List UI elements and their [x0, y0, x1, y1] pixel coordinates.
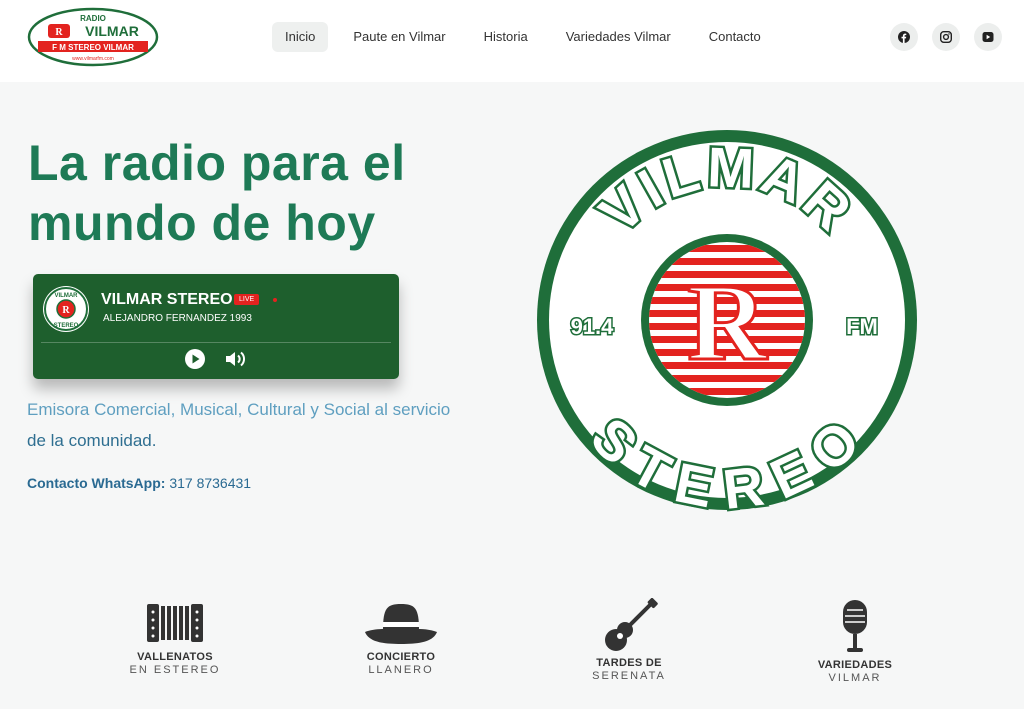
player-station-title: VILMAR STEREO	[101, 291, 233, 308]
main-nav: Inicio Paute en Vilmar Historia Variedad…	[272, 22, 786, 52]
logo-url-text: www.vilmarfm.com	[72, 56, 114, 62]
accordion-icon	[147, 604, 203, 642]
live-badge: LIVE	[234, 294, 260, 305]
logo-top-text: RADIO	[80, 14, 106, 23]
hat-icon	[365, 604, 437, 644]
social-links	[890, 23, 1002, 51]
feature-variedades[interactable]: VARIEDADES VILMAR	[800, 598, 910, 684]
facebook-link[interactable]	[890, 23, 918, 51]
svg-text:R: R	[62, 305, 70, 316]
player-divider	[41, 342, 391, 343]
big-logo-frequency: 91.4	[571, 314, 615, 339]
volume-icon[interactable]	[224, 348, 248, 370]
svg-text:R: R	[55, 27, 63, 38]
nav-item-inicio[interactable]: Inicio	[272, 22, 329, 52]
site-header: RADIO R VILMAR F M STEREO VILMAR www.vil…	[0, 0, 1024, 82]
feature-title: VARIEDADES	[817, 659, 893, 671]
nav-item-variedades[interactable]: Variedades Vilmar	[553, 22, 684, 52]
svg-text:R: R	[687, 261, 768, 383]
live-dot	[273, 298, 277, 302]
logo-main-text: VILMAR	[85, 23, 139, 39]
site-logo[interactable]: RADIO R VILMAR F M STEREO VILMAR www.vil…	[26, 7, 160, 67]
station-big-logo: R VILMAR STEREO 91.4 FM	[537, 130, 917, 513]
guitar-icon	[605, 597, 658, 651]
hero-title: La radio para el mundo de hoy	[28, 135, 406, 251]
feature-subtitle: EN ESTEREO	[129, 664, 221, 676]
player-now-playing: ALEJANDRO FERNANDEZ 1993	[103, 313, 252, 324]
nav-item-paute[interactable]: Paute en Vilmar	[340, 22, 458, 52]
station-description: Emisora Comercial, Musical, Cultural y S…	[27, 400, 451, 450]
feature-title: CONCIERTO	[366, 651, 436, 663]
player-logo: R VILMAR STEREO	[43, 286, 89, 332]
microphone-icon	[843, 600, 867, 652]
feature-title: VALLENATOS	[137, 651, 213, 663]
svg-text:STEREO: STEREO	[54, 323, 79, 329]
big-logo-band: FM	[846, 314, 878, 339]
facebook-icon	[898, 31, 910, 43]
feature-subtitle: SERENATA	[592, 670, 666, 682]
nav-item-historia[interactable]: Historia	[471, 22, 541, 52]
play-icon[interactable]	[184, 348, 206, 370]
feature-subtitle: VILMAR	[828, 672, 882, 684]
whatsapp-number[interactable]: 317 8736431	[169, 475, 251, 491]
logo-band-text: F M STEREO VILMAR	[52, 43, 134, 52]
feature-title: TARDES DE	[596, 657, 662, 669]
whatsapp-label: Contacto WhatsApp:	[27, 475, 166, 491]
radio-player: R VILMAR STEREO VILMAR STEREO LIVE ALEJA…	[33, 274, 399, 379]
svg-text:VILMAR: VILMAR	[55, 293, 79, 299]
youtube-link[interactable]	[974, 23, 1002, 51]
feature-vallenatos[interactable]: VALLENATOS EN ESTEREO	[120, 600, 230, 676]
feature-concierto[interactable]: CONCIERTO LLANERO	[346, 598, 456, 676]
feature-subtitle: LLANERO	[368, 664, 434, 676]
instagram-link[interactable]	[932, 23, 960, 51]
youtube-icon	[982, 32, 994, 42]
nav-item-contacto[interactable]: Contacto	[696, 22, 774, 52]
whatsapp-contact: Contacto WhatsApp: 317 8736431	[27, 475, 251, 491]
instagram-icon	[940, 31, 952, 43]
feature-serenata[interactable]: TARDES DE SERENATA	[574, 597, 684, 682]
